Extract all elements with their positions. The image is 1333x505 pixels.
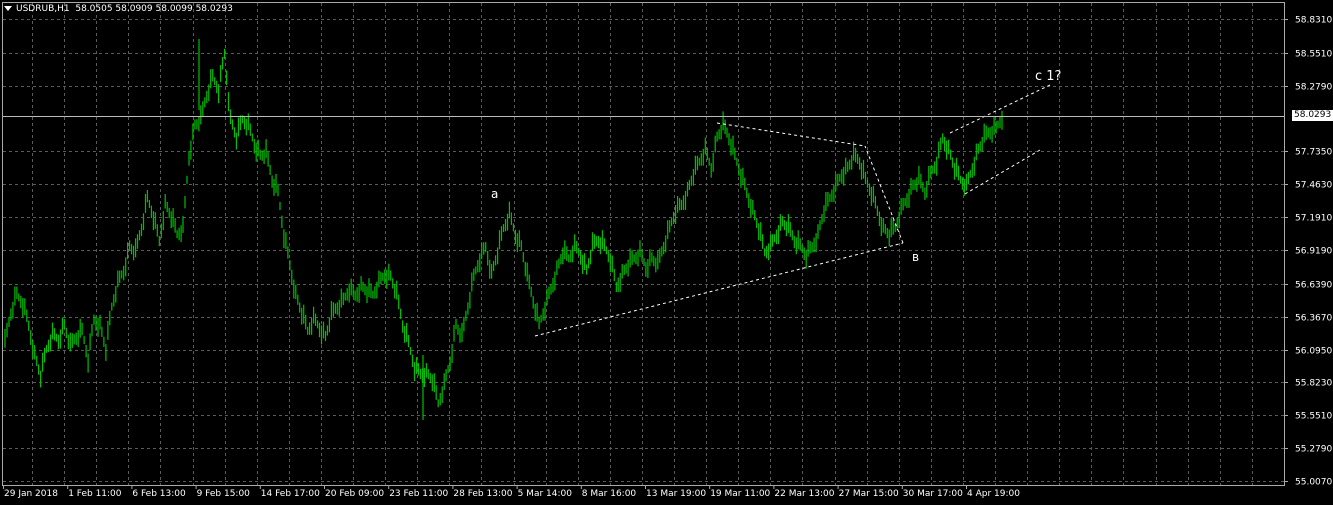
x-tick-label: 14 Feb 17:00 (261, 489, 320, 499)
x-tick-label: 28 Feb 13:00 (453, 489, 512, 499)
x-tick-label: 22 Mar 13:00 (774, 489, 834, 499)
y-tick-label: 55.0070 (1295, 478, 1332, 488)
y-tick-label: 57.4630 (1295, 181, 1332, 191)
x-tick-label: 5 Mar 14:00 (518, 489, 573, 499)
x-tick-label: 6 Feb 13:00 (132, 489, 186, 499)
price-chart[interactable]: a в c 1? 58.8310 58.5510 58.2790 57.7350 57.46… (0, 0, 1333, 505)
wave-label: a (491, 187, 498, 201)
x-tick-label: 27 Mar 15:00 (839, 489, 899, 499)
x-tick-label: 1 Feb 11:00 (68, 489, 122, 499)
wave-label: в (912, 250, 919, 264)
x-tick-label: 8 Mar 16:00 (582, 489, 637, 499)
y-tick-label: 55.2790 (1295, 445, 1332, 455)
x-tick-label: 19 Mar 11:00 (710, 489, 770, 499)
wave-label: c 1? (1035, 69, 1061, 84)
x-tick-label: 29 Jan 2018 (4, 489, 58, 499)
x-axis: 29 Jan 2018 1 Feb 11:00 6 Feb 13:00 9 Feb 1… (3, 485, 1020, 499)
y-tick-label: 58.5510 (1295, 50, 1332, 60)
y-axis: 58.8310 58.5510 58.2790 57.7350 57.4630 57.19… (1284, 16, 1332, 488)
y-tick-label: 55.8230 (1295, 379, 1332, 389)
x-tick-label: 20 Feb 09:00 (325, 489, 384, 499)
y-tick-label: 57.1910 (1295, 214, 1332, 224)
y-tick-label: 57.7350 (1295, 148, 1332, 158)
ohlc-values: 58.0505 58.0909 58.0099 58.0293 (75, 4, 233, 14)
y-tick-label: 55.5510 (1295, 412, 1332, 422)
x-tick-label: 9 Feb 15:00 (197, 489, 251, 499)
dropdown-triangle-icon[interactable] (4, 6, 12, 11)
current-price-label: 58.0293 (1292, 110, 1333, 121)
x-tick-label: 13 Mar 19:00 (646, 489, 706, 499)
y-tick-label: 56.0950 (1295, 347, 1332, 357)
symbol-label: USDRUB,H1 (16, 4, 70, 14)
y-tick-label: 56.6390 (1295, 281, 1332, 291)
chart-header: USDRUB,H1 58.0505 58.0909 58.0099 58.029… (4, 4, 233, 14)
x-tick-label: 4 Apr 19:00 (967, 489, 1020, 499)
y-tick-label: 56.3670 (1295, 314, 1332, 324)
y-tick-label: 58.2790 (1295, 83, 1332, 93)
chart-frame (2, 2, 1285, 486)
x-tick-label: 30 Mar 17:00 (903, 489, 963, 499)
x-tick-label: 23 Feb 11:00 (389, 489, 448, 499)
y-tick-label: 56.9190 (1295, 247, 1332, 257)
y-tick-label: 58.8310 (1295, 16, 1332, 26)
